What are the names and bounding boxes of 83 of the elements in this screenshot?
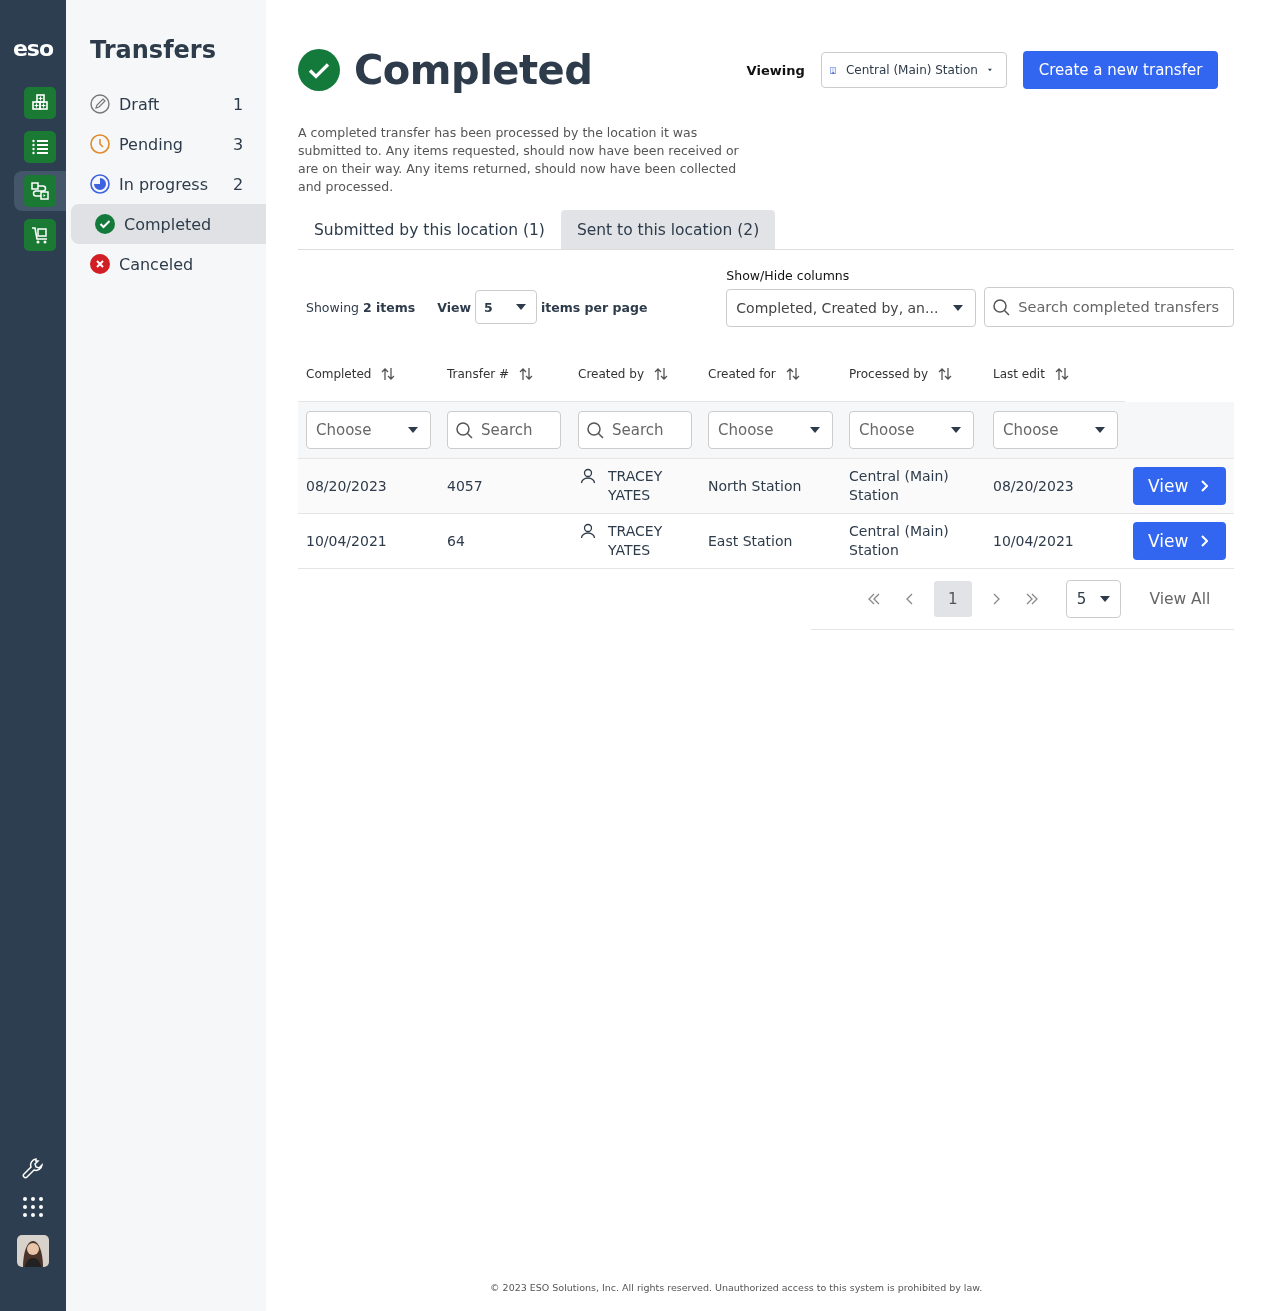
view-all-link[interactable]: View All (1149, 590, 1211, 608)
location-dropdown[interactable]: Central (Main) Station (820, 52, 1007, 88)
sidebar-item[interactable]: Draft 1 (71, 84, 266, 124)
table-cell: 10/04/2021 (985, 514, 1125, 569)
viewing-label: Viewing (746, 62, 805, 78)
create-transfer-button[interactable]: Create a new transfer (1022, 51, 1219, 89)
column-header: Transfer # (447, 367, 510, 381)
person-icon (580, 523, 596, 539)
view-button[interactable]: View (1133, 467, 1227, 505)
page-title: Completed (354, 47, 594, 93)
caret-icon (516, 304, 527, 310)
columns-dropdown[interactable]: Completed, Created by, an... (726, 289, 977, 327)
column-header: Created by (578, 367, 645, 381)
filter-dropdown[interactable]: Choose (306, 411, 431, 449)
nav-item[interactable] (14, 171, 66, 211)
canceled-status-icon (90, 254, 110, 274)
table-cell-text: TRACEY YATES (608, 467, 664, 505)
filter-dropdown[interactable]: Choose (708, 411, 833, 449)
completed-status-icon (95, 214, 115, 234)
view-label: View (437, 298, 472, 317)
view-button[interactable]: View (1133, 522, 1227, 560)
columns-label: Show/Hide columns (726, 268, 851, 283)
sidebar-item[interactable]: In progress 2 (71, 164, 266, 204)
column-header: Last edit (993, 367, 1045, 381)
table-cell: Central (Main) Station (841, 459, 985, 514)
person-icon (580, 468, 596, 484)
sort-icon[interactable] (381, 367, 396, 381)
table-cell: 10/04/2021 (298, 514, 439, 569)
filter-search-field[interactable]: Search (578, 411, 692, 449)
tab[interactable]: Sent to this location (2) (560, 210, 776, 249)
caret-icon (408, 427, 418, 433)
table-cell: 64 (439, 514, 570, 569)
footer-text: © 2023 ESO Solutions, Inc. All rights reserved. Unauthorized access to this system is prohibited by law. (490, 1282, 983, 1293)
table-cell: East Station (700, 514, 841, 569)
search-icon (587, 421, 604, 439)
filter-dropdown[interactable]: Choose (849, 411, 974, 449)
sidebar-title: Transfers (90, 36, 217, 64)
table-cell: 08/20/2023 (985, 459, 1125, 514)
column-header: Processed by (849, 367, 929, 381)
sidebar-item[interactable]: Pending 3 (71, 124, 266, 164)
table-cell-text: TRACEY YATES (608, 522, 664, 560)
per-page-label: items per page (541, 298, 648, 317)
sidebar-item[interactable]: Canceled (71, 244, 266, 284)
table-cell: Central (Main) Station (841, 514, 985, 569)
sort-icon[interactable] (785, 367, 800, 381)
column-header: Created for (708, 367, 776, 381)
items-count: Showing 2 items (306, 299, 416, 315)
logo: eso (12, 36, 54, 61)
search-icon (993, 298, 1011, 316)
avatar[interactable] (17, 1235, 49, 1267)
transfers-icon (28, 179, 52, 203)
sort-icon[interactable] (1054, 367, 1069, 381)
wrench-icon[interactable] (22, 1157, 44, 1179)
tab[interactable]: Submitted by this location (1) (298, 210, 561, 249)
search-field[interactable]: Search completed transfers (984, 287, 1235, 327)
chevron-right-icon (1200, 480, 1209, 492)
apps-grid-icon[interactable] (23, 1197, 43, 1217)
sort-icon[interactable] (654, 367, 669, 381)
table-cell: 08/20/2023 (298, 459, 439, 514)
sidebar-item[interactable]: Completed (71, 204, 266, 244)
filter-dropdown[interactable]: Choose (993, 411, 1118, 449)
column-header: Completed (306, 367, 372, 381)
sort-icon[interactable] (938, 367, 953, 381)
filter-search-field[interactable]: Search (447, 411, 561, 449)
check-circle-icon (298, 49, 340, 91)
caret-icon (987, 67, 992, 73)
table-cell: 4057 (439, 459, 570, 514)
caret-icon (1095, 427, 1105, 433)
in-progress-status-icon (90, 174, 110, 194)
table-cell: North Station (700, 459, 841, 514)
caret-icon (951, 427, 961, 433)
draft-status-icon (90, 94, 110, 114)
description: A completed transfer has been processed by the location it was submitted to. Any items requested, should now have been received or are on their way. Any items returned, should now have been collected and processed. (298, 124, 740, 196)
caret-icon (1100, 596, 1111, 602)
caret-icon (810, 427, 820, 433)
page-size-dropdown[interactable]: 5 (1065, 580, 1122, 618)
page-button[interactable]: 1 (933, 581, 972, 617)
search-icon (456, 421, 473, 439)
pending-status-icon (90, 134, 110, 154)
sort-icon[interactable] (519, 367, 534, 381)
chevron-right-icon (1200, 535, 1209, 547)
per-page-dropdown[interactable]: 5 (475, 290, 538, 324)
caret-icon (953, 305, 964, 311)
